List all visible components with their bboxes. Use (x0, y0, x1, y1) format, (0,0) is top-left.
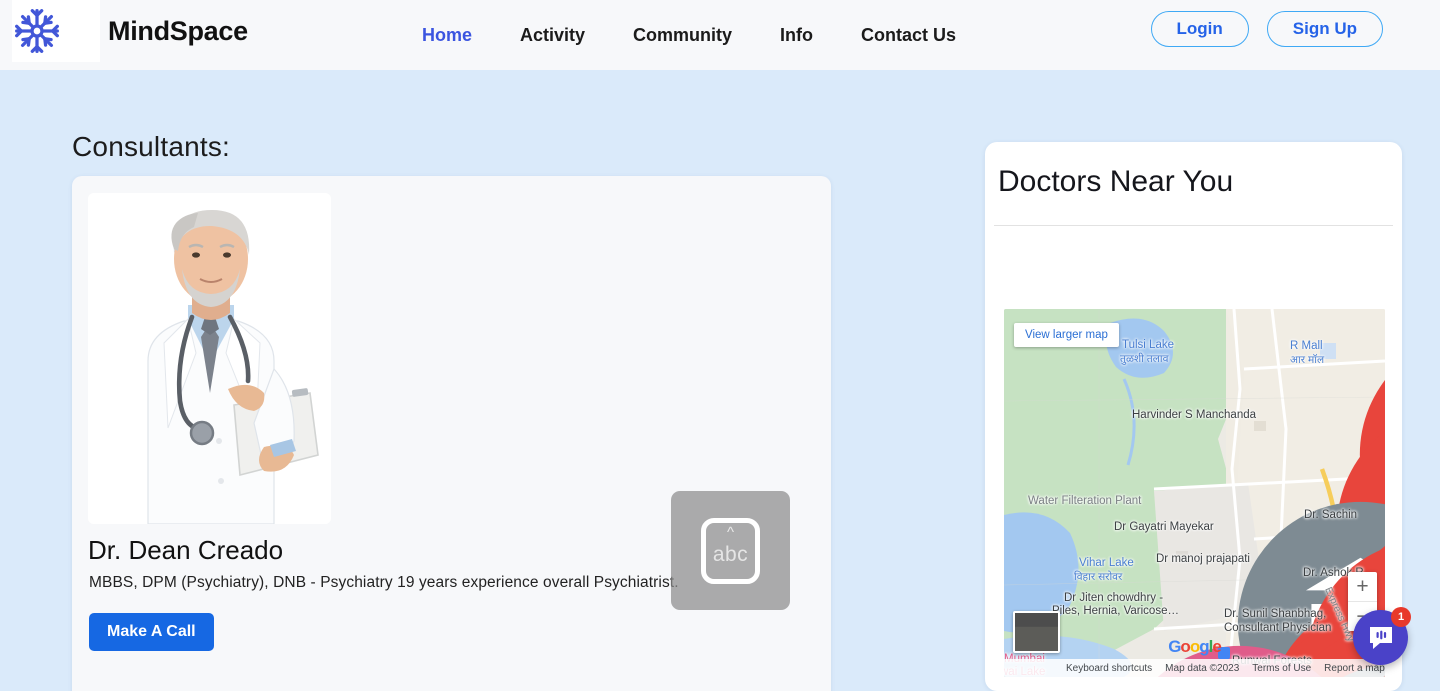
nav-item-info[interactable]: Info (756, 10, 837, 60)
satellite-thumbnail-image (1015, 626, 1058, 651)
chat-bubble-icon (1369, 626, 1392, 649)
panel-title: Doctors Near You (998, 165, 1234, 198)
main-navigation: Home Activity Community Info Contact Us (398, 0, 980, 70)
page-content: Consultants: Dr. Dean Creado MBBS, DPM (… (0, 70, 1440, 691)
page-title: Consultants: (72, 131, 231, 162)
make-a-call-button[interactable]: Make A Call (89, 613, 214, 651)
snowflake-icon (15, 9, 59, 53)
nav-item-activity[interactable]: Activity (496, 10, 609, 60)
doctor-portrait-illustration (88, 193, 331, 524)
map-data-copyright: Map data ©2023 (1165, 662, 1240, 674)
consultant-name: Dr. Dean Creado (88, 535, 284, 565)
view-larger-map-button[interactable]: View larger map (1014, 323, 1119, 347)
site-header: MindSpace Home Activity Community Info C… (0, 0, 1440, 70)
login-button[interactable]: Login (1150, 11, 1249, 47)
signup-button[interactable]: Sign Up (1266, 11, 1383, 47)
map-attribution-bar: Keyboard shortcuts Map data ©2023 Terms … (1004, 659, 1385, 677)
panel-divider (994, 225, 1393, 226)
satellite-view-toggle[interactable] (1013, 611, 1060, 653)
google-logo: Google (1168, 637, 1222, 656)
keyboard-shortcuts-link[interactable]: Keyboard shortcuts (1066, 663, 1152, 674)
consultant-description: MBBS, DPM (Psychiatry), DNB - Psychiatry… (89, 574, 679, 591)
chat-widget-button[interactable]: 1 (1353, 607, 1411, 665)
zoom-in-button[interactable]: + (1348, 572, 1377, 601)
brand-logo[interactable]: MindSpace (12, 0, 248, 62)
nav-item-contact-us[interactable]: Contact Us (837, 10, 980, 60)
terms-of-use-link[interactable]: Terms of Use (1252, 663, 1311, 674)
doctors-near-you-panel: Doctors Near You View larger map Tulsi L… (985, 142, 1402, 691)
nav-item-community[interactable]: Community (609, 10, 756, 60)
brand-name: MindSpace (108, 15, 248, 46)
consultant-card: Dr. Dean Creado MBBS, DPM (Psychiatry), … (72, 176, 831, 691)
nav-item-home[interactable]: Home (398, 10, 496, 60)
auth-actions: Login Sign Up (1150, 11, 1383, 47)
chat-unread-badge: 1 (1391, 607, 1411, 627)
google-map[interactable]: View larger map H (1004, 309, 1385, 677)
consultant-photo (88, 193, 331, 524)
